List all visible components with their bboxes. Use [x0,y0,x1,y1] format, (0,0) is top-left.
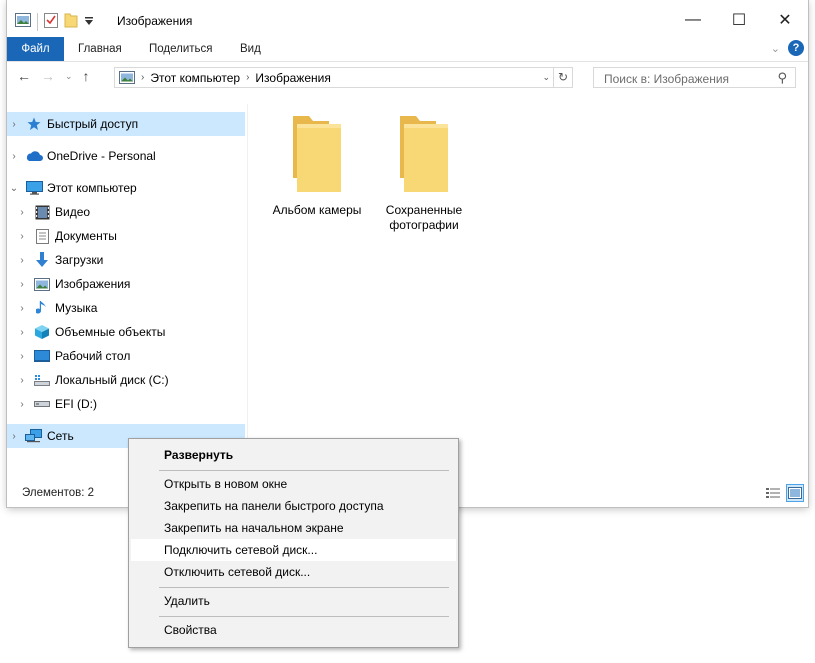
nav-item-music[interactable]: › Музыка [7,296,253,320]
nav-item-onedrive[interactable]: › OneDrive - Personal [7,144,245,168]
chevron-right-icon[interactable]: › [15,375,29,386]
forward-arrow-icon[interactable]: → [41,68,55,84]
pane-splitter[interactable] [247,104,248,474]
star-icon [25,116,43,132]
menu-separator [159,587,449,588]
menu-item-delete[interactable]: Удалить [131,590,456,612]
toolbar-separator [37,12,38,31]
music-icon [33,300,51,316]
minimize-button[interactable]: — [670,0,716,40]
nav-item-efi-d[interactable]: › EFI (D:) [7,392,253,416]
context-menu: Развернуть Открыть в новом окне Закрепит… [128,438,459,648]
chevron-right-icon[interactable]: › [15,327,29,338]
chevron-right-icon[interactable]: › [7,431,21,442]
local-disk-icon [33,372,51,388]
maximize-button[interactable]: ☐ [716,0,762,40]
status-item-count: Элементов: 2 [22,487,95,499]
chevron-right-icon[interactable]: › [15,255,29,266]
ribbon-tabs: Файл Главная Поделиться Вид ⌄ ? [7,37,808,61]
documents-icon [33,228,51,244]
title-bar: Изображения — ☐ ✕ [7,0,808,40]
search-box[interactable]: ⚲ [593,67,796,89]
tab-share[interactable]: Поделиться [149,37,213,61]
folder-icon [396,116,452,197]
nav-item-downloads[interactable]: › Загрузки [7,248,253,272]
recent-locations-icon[interactable]: ⌄ [65,71,73,82]
nav-item-quick-access[interactable]: › Быстрый доступ [7,112,245,136]
computer-icon [25,180,43,196]
explorer-window: Изображения — ☐ ✕ Файл Главная Поделитьс… [7,0,808,507]
folder-camera-roll[interactable]: Альбом камеры [267,112,367,218]
menu-item-pin-start[interactable]: Закрепить на начальном экране [131,517,456,539]
search-icon[interactable]: ⚲ [777,70,787,86]
downloads-icon [33,252,51,268]
nav-item-local-disk-c[interactable]: › Локальный диск (C:) [7,368,253,392]
close-button[interactable]: ✕ [762,0,808,40]
ribbon-divider [7,61,808,62]
menu-item-map-network-drive[interactable]: Подключить сетевой диск... [131,539,456,561]
nav-item-desktop[interactable]: › Рабочий стол [7,344,253,368]
tab-file[interactable]: Файл [7,37,64,61]
navigation-pane: › Быстрый доступ › OneDrive - Personal ⌄… [7,104,247,464]
up-arrow-icon[interactable]: ↑ [83,68,90,84]
video-icon [33,204,51,220]
breadcrumb-this-pc[interactable]: Этот компьютер [150,71,240,85]
nav-item-3d-objects[interactable]: › Объемные объекты [7,320,253,344]
new-folder-icon[interactable] [64,12,78,31]
address-bar[interactable]: › Этот компьютер › Изображения ⌄ ↻ [114,67,573,88]
chevron-down-icon[interactable]: ⌄ [7,183,21,194]
address-dropdown-icon[interactable]: ⌄ [542,72,550,83]
chevron-right-icon[interactable]: › [15,303,29,314]
folder-icon [289,116,345,197]
breadcrumb-pictures[interactable]: Изображения [255,71,330,85]
nav-item-pictures[interactable]: › Изображения [7,272,253,296]
chevron-right-icon[interactable]: › [15,231,29,242]
ribbon-right-controls: ⌄ ? [771,40,804,56]
breadcrumb-chevron-icon[interactable]: › [141,72,144,83]
3d-objects-icon [33,324,51,340]
nav-item-this-pc[interactable]: ⌄ Этот компьютер [7,176,245,200]
chevron-right-icon[interactable]: › [15,279,29,290]
expand-ribbon-icon[interactable]: ⌄ [771,42,780,55]
menu-separator [159,616,449,617]
large-icons-view-icon[interactable] [786,484,804,502]
folder-saved-pictures[interactable]: Сохраненные фотографии [374,112,474,233]
tab-home[interactable]: Главная [78,37,122,61]
chevron-right-icon[interactable]: › [7,119,21,130]
breadcrumb-chevron-icon[interactable]: › [246,72,249,83]
tab-view[interactable]: Вид [240,37,261,61]
folder-label: Сохраненные фотографии [385,203,463,232]
chevron-right-icon[interactable]: › [15,399,29,410]
search-input[interactable] [602,68,776,89]
chevron-right-icon[interactable]: › [7,151,21,162]
quick-access-toolbar [15,12,94,31]
pictures-location-icon [119,71,135,84]
chevron-right-icon[interactable]: › [15,351,29,362]
customize-toolbar-icon[interactable] [84,15,94,29]
menu-item-open-new-window[interactable]: Открыть в новом окне [131,473,456,495]
cloud-icon [25,148,43,164]
view-toggle [764,484,804,502]
chevron-right-icon[interactable]: › [15,207,29,218]
window-title: Изображения [117,14,193,28]
details-view-icon[interactable] [764,484,782,502]
navigation-buttons: ← → ⌄ ↑ [17,68,90,84]
menu-separator [159,470,449,471]
nav-item-documents[interactable]: › Документы [7,224,253,248]
network-icon [25,428,43,444]
desktop-icon [33,348,51,364]
pictures-icon [33,276,51,292]
back-arrow-icon[interactable]: ← [17,68,31,84]
folder-label: Альбом камеры [272,203,362,217]
help-button[interactable]: ? [788,40,804,56]
menu-item-disconnect-network-drive[interactable]: Отключить сетевой диск... [131,561,456,583]
menu-item-pin-quick-access[interactable]: Закрепить на панели быстрого доступа [131,495,456,517]
window-icon[interactable] [15,13,31,30]
menu-item-properties[interactable]: Свойства [131,619,456,641]
nav-item-video[interactable]: › Видео [7,200,253,224]
menu-item-expand[interactable]: Развернуть [131,444,456,466]
refresh-icon[interactable]: ↻ [553,68,572,87]
drive-icon [33,396,51,412]
properties-icon[interactable] [44,12,58,31]
